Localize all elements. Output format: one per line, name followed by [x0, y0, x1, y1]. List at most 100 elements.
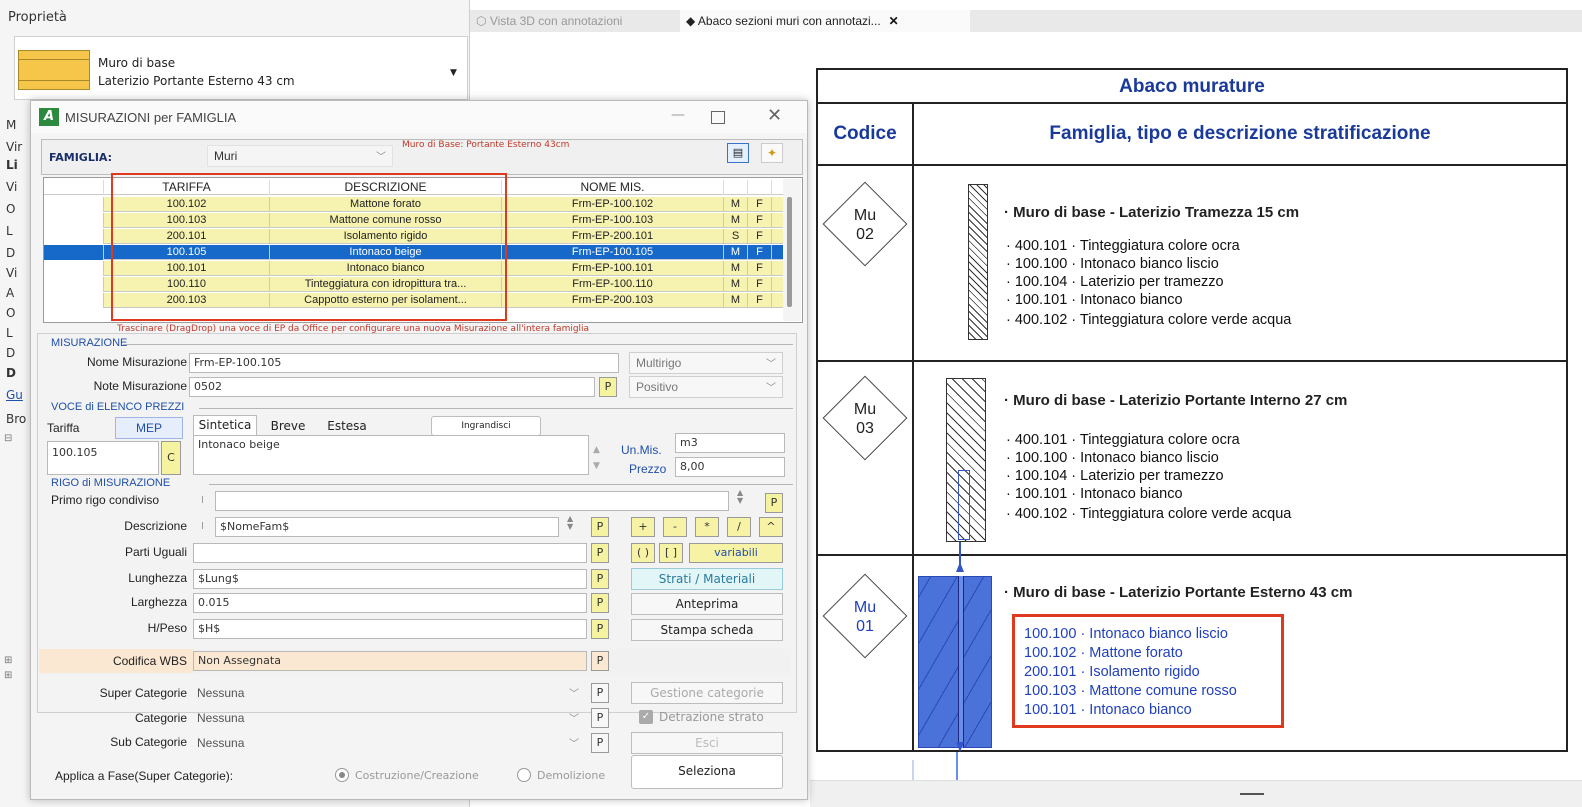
famiglia-select[interactable]: Muri ﹀	[207, 145, 393, 167]
anteprima-button[interactable]: Anteprima	[631, 593, 783, 615]
cell-nome: Frm-EP-200.101	[502, 229, 724, 244]
cell-f: F	[748, 277, 772, 292]
side-label: D	[6, 366, 16, 380]
maximize-icon[interactable]	[711, 111, 725, 124]
wbs-p-button[interactable]: P	[591, 651, 609, 671]
layer-line: 100.100 · Intonaco bianco liscio	[1024, 626, 1228, 642]
strati-materiali-button[interactable]: Strati / Materiali	[631, 568, 783, 590]
super-categorie-select[interactable]: Nessuna ﹀	[191, 683, 585, 705]
tariffa-input[interactable]: 100.105	[47, 441, 159, 475]
op-multiply-button[interactable]: *	[695, 517, 719, 537]
cell-f: F	[748, 293, 772, 308]
layer-line: · 400.101 · Tinteggiatura colore ocra	[1006, 238, 1240, 254]
parti-uguali-input[interactable]	[193, 543, 587, 563]
op-minus-button[interactable]: -	[663, 517, 687, 537]
parti-p-button[interactable]: P	[591, 543, 609, 563]
bracket-button[interactable]: [ ]	[659, 543, 683, 563]
grid-scrollbar[interactable]	[783, 179, 801, 321]
i-marker: I	[201, 521, 204, 532]
scroll-down-icon[interactable]: ▼	[593, 461, 600, 471]
tab-vista-3d[interactable]: ⬡ Vista 3D con annotazioni	[470, 10, 680, 32]
filter-icon[interactable]: ▤	[727, 143, 749, 163]
fase-label: Applica a Fase(Super Categorie):	[55, 769, 234, 783]
c-button[interactable]: C	[161, 441, 181, 475]
lunghezza-input[interactable]: $Lung$	[193, 569, 587, 589]
side-label: O	[6, 306, 16, 320]
primo-rigo-input[interactable]	[215, 491, 729, 511]
ingrandisci-button[interactable]: Ingrandisci	[431, 416, 541, 436]
close-icon[interactable]: ✕	[767, 105, 782, 126]
grid-scroll-thumb[interactable]	[787, 197, 792, 307]
seleziona-button[interactable]: Seleziona	[631, 755, 783, 789]
lunghezza-p-button[interactable]: P	[591, 569, 609, 589]
esci-button[interactable]: Esci	[631, 732, 783, 754]
cell-m: M	[724, 293, 748, 308]
super-p-button[interactable]: P	[591, 683, 609, 703]
column-header[interactable]: NOME MIS.	[502, 180, 724, 195]
paren-button[interactable]: ( )	[631, 543, 655, 563]
descrizione-p-button[interactable]: P	[591, 517, 609, 537]
new-item-icon[interactable]: ✦	[761, 143, 783, 163]
descrizione-voce-text[interactable]: Intonaco beige	[193, 435, 589, 475]
detrazione-checkbox[interactable]: ✓	[639, 710, 653, 724]
minimize-icon[interactable]: —	[671, 107, 685, 123]
hpeso-input[interactable]: $H$	[193, 619, 587, 639]
chevron-down-icon[interactable]: ▼	[450, 68, 457, 78]
scroll-thumb[interactable]	[1240, 793, 1264, 795]
wall-type-swatch	[18, 50, 90, 90]
op-plus-button[interactable]: +	[631, 517, 655, 537]
sub-categorie-label: Sub Categorie	[110, 735, 187, 749]
sub-p-button[interactable]: P	[591, 733, 609, 753]
sub-categorie-select[interactable]: Nessuna ﹀	[191, 733, 585, 755]
primo-p-button[interactable]: P	[765, 493, 783, 513]
hpeso-p-button[interactable]: P	[591, 619, 609, 639]
view-status-bar	[810, 780, 1582, 807]
categorie-select[interactable]: Nessuna ﹀	[191, 708, 585, 730]
tab-sintetica[interactable]: Sintetica	[193, 415, 257, 435]
larghezza-p-button[interactable]: P	[591, 593, 609, 613]
section-rigo: RIGO di MISURAZIONE	[51, 477, 171, 489]
layer-line: · 400.102 · Tinteggiatura colore verde a…	[1006, 506, 1292, 522]
cell-m: S	[724, 229, 748, 244]
nome-misurazione-input[interactable]: Frm-EP-100.105	[189, 353, 619, 373]
prezzo-label: Prezzo	[629, 462, 667, 476]
positivo-select[interactable]: Positivo ﹀	[629, 376, 783, 398]
scroll-up-icon[interactable]: ▲	[593, 445, 600, 455]
radio-costruzione[interactable]	[335, 768, 349, 782]
op-divide-button[interactable]: /	[727, 517, 751, 537]
multirigo-select[interactable]: Multirigo ﹀	[629, 352, 783, 374]
gestione-categorie-button[interactable]: Gestione categorie	[631, 682, 783, 704]
larghezza-input[interactable]: 0.015	[193, 593, 587, 613]
descrizione-input[interactable]: $NomeFam$	[215, 517, 559, 537]
code-mu03: Mu 03	[853, 401, 877, 437]
type-name-type: Laterizio Portante Esterno 43 cm	[98, 74, 295, 88]
column-header-codice: Codice	[833, 123, 897, 144]
layer-line: 200.101 · Isolamento rigido	[1024, 664, 1200, 680]
type-name-family: Muro di base	[98, 56, 176, 70]
tab-abaco-sezioni[interactable]: ◆ Abaco sezioni muri con annotazi... ✕	[680, 10, 970, 32]
expand-icon[interactable]: ⊞	[4, 655, 12, 666]
expand-icon[interactable]: ⊞	[4, 670, 12, 681]
dialog-title: MISURAZIONI per FAMIGLIA	[65, 110, 237, 125]
close-icon[interactable]: ✕	[889, 14, 899, 28]
mep-button[interactable]: MEP	[115, 417, 183, 439]
note-misurazione-input[interactable]: 0502	[189, 377, 595, 397]
prezzo-input[interactable]: 8,00	[675, 457, 785, 477]
side-label: M	[6, 118, 17, 132]
side-label: L	[6, 224, 13, 238]
spin-icon[interactable]: ▲ ▼	[737, 489, 743, 505]
op-power-button[interactable]: ^	[759, 517, 783, 537]
side-link[interactable]: Gu	[6, 388, 23, 402]
layer-line: · 100.100 · Intonaco bianco liscio	[1006, 256, 1219, 272]
unmis-input[interactable]: m3	[675, 433, 785, 453]
note-p-button[interactable]: P	[599, 377, 617, 397]
wbs-input[interactable]: Non Assegnata	[193, 651, 587, 671]
stampa-scheda-button[interactable]: Stampa scheda	[631, 619, 783, 641]
radio-demolizione[interactable]	[517, 768, 531, 782]
tab-label: Vista 3D con annotazioni	[489, 14, 623, 28]
expand-icon[interactable]: ⊟	[4, 433, 12, 444]
variabili-button[interactable]: variabili	[689, 543, 783, 563]
spin-icon[interactable]: ▲ ▼	[567, 515, 573, 531]
categorie-p-button[interactable]: P	[591, 708, 609, 728]
side-label: D	[6, 346, 16, 360]
